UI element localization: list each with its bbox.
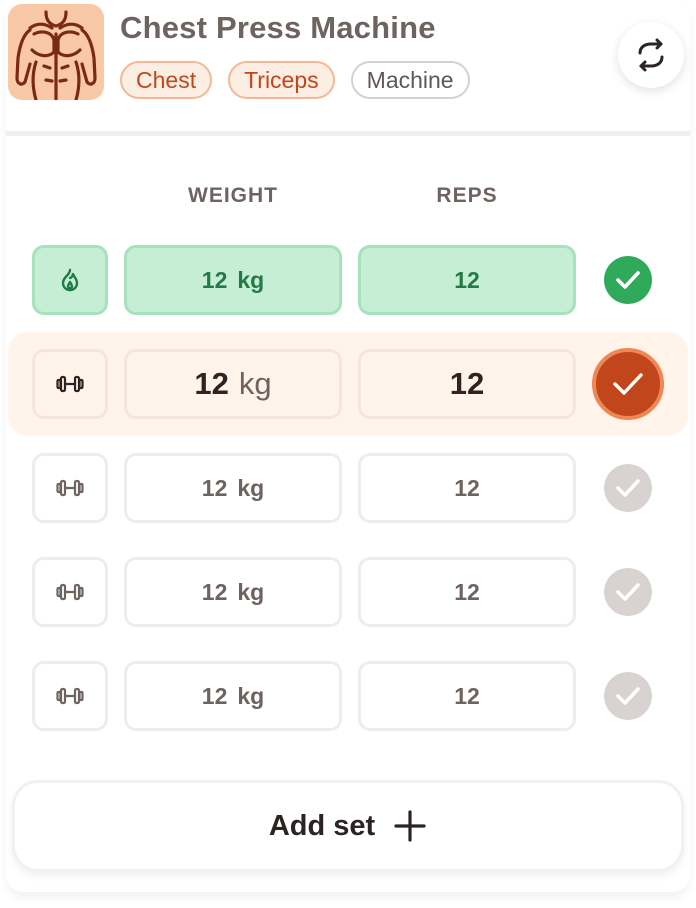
dumbbell-icon [56,479,84,497]
set-row-1: 12 kg 12 [8,228,688,332]
complete-set-button[interactable] [604,568,652,616]
complete-set-button[interactable] [604,256,652,304]
muscle-tag-triceps[interactable]: Triceps [228,61,335,99]
checkmark-icon [616,479,640,497]
set-row-4: 12 kg 12 [8,540,688,644]
set-row-2: 12 kg 12 [8,332,688,436]
weight-unit: kg [237,266,265,293]
complete-set-button[interactable] [604,464,652,512]
set-row-3: 12 kg 12 [8,436,688,540]
exercise-title: Chest Press Machine [120,10,436,45]
weight-unit: kg [237,682,265,709]
reps-column-header: REPS [436,184,498,207]
muscle-tag-chest[interactable]: Chest [120,61,213,99]
weight-value: 12 [201,474,228,501]
set-type-button[interactable] [32,453,108,523]
complete-set-button[interactable] [604,672,652,720]
weight-input[interactable]: 12 kg [124,453,342,523]
swap-exercise-button[interactable] [618,22,684,88]
reps-input[interactable]: 12 [358,245,576,315]
add-set-label: Add set [268,809,376,842]
header-divider [6,131,690,136]
weight-value: 12 [201,682,228,709]
weight-input[interactable]: 12 kg [124,661,342,731]
set-type-button[interactable] [32,661,108,731]
add-set-button[interactable]: Add set [12,780,684,872]
set-type-button[interactable] [32,245,108,315]
chest-muscles-icon [8,4,104,100]
set-type-button[interactable] [32,557,108,627]
reps-input[interactable]: 12 [358,661,576,731]
flame-icon [61,268,79,292]
weight-value: 12 [194,366,229,401]
weight-value: 12 [201,578,228,605]
weight-value: 12 [201,266,228,293]
set-type-button[interactable] [32,349,108,419]
plus-icon [394,810,426,842]
weight-column-header: WEIGHT [188,184,278,207]
weight-unit: kg [238,366,272,401]
weight-input[interactable]: 12 kg [124,349,342,419]
dumbbell-icon [56,583,84,601]
reps-input[interactable]: 12 [358,349,576,419]
exercise-tags: Chest Triceps Machine [120,61,470,99]
dumbbell-icon [56,375,84,393]
weight-input[interactable]: 12 kg [124,557,342,627]
complete-set-button[interactable] [592,348,664,420]
reps-input[interactable]: 12 [358,557,576,627]
weight-unit: kg [237,474,265,501]
checkmark-icon [616,271,640,289]
weight-unit: kg [237,578,265,605]
exercise-header: Chest Press Machine Chest Triceps Machin… [0,0,696,130]
weight-input[interactable]: 12 kg [124,245,342,315]
set-row-5: 12 kg 12 [8,644,688,748]
swap-arrows-icon [638,38,664,72]
dumbbell-icon [56,687,84,705]
checkmark-icon [616,687,640,705]
checkmark-icon [616,583,640,601]
reps-input[interactable]: 12 [358,453,576,523]
checkmark-icon [613,373,643,395]
equipment-tag[interactable]: Machine [350,61,470,99]
